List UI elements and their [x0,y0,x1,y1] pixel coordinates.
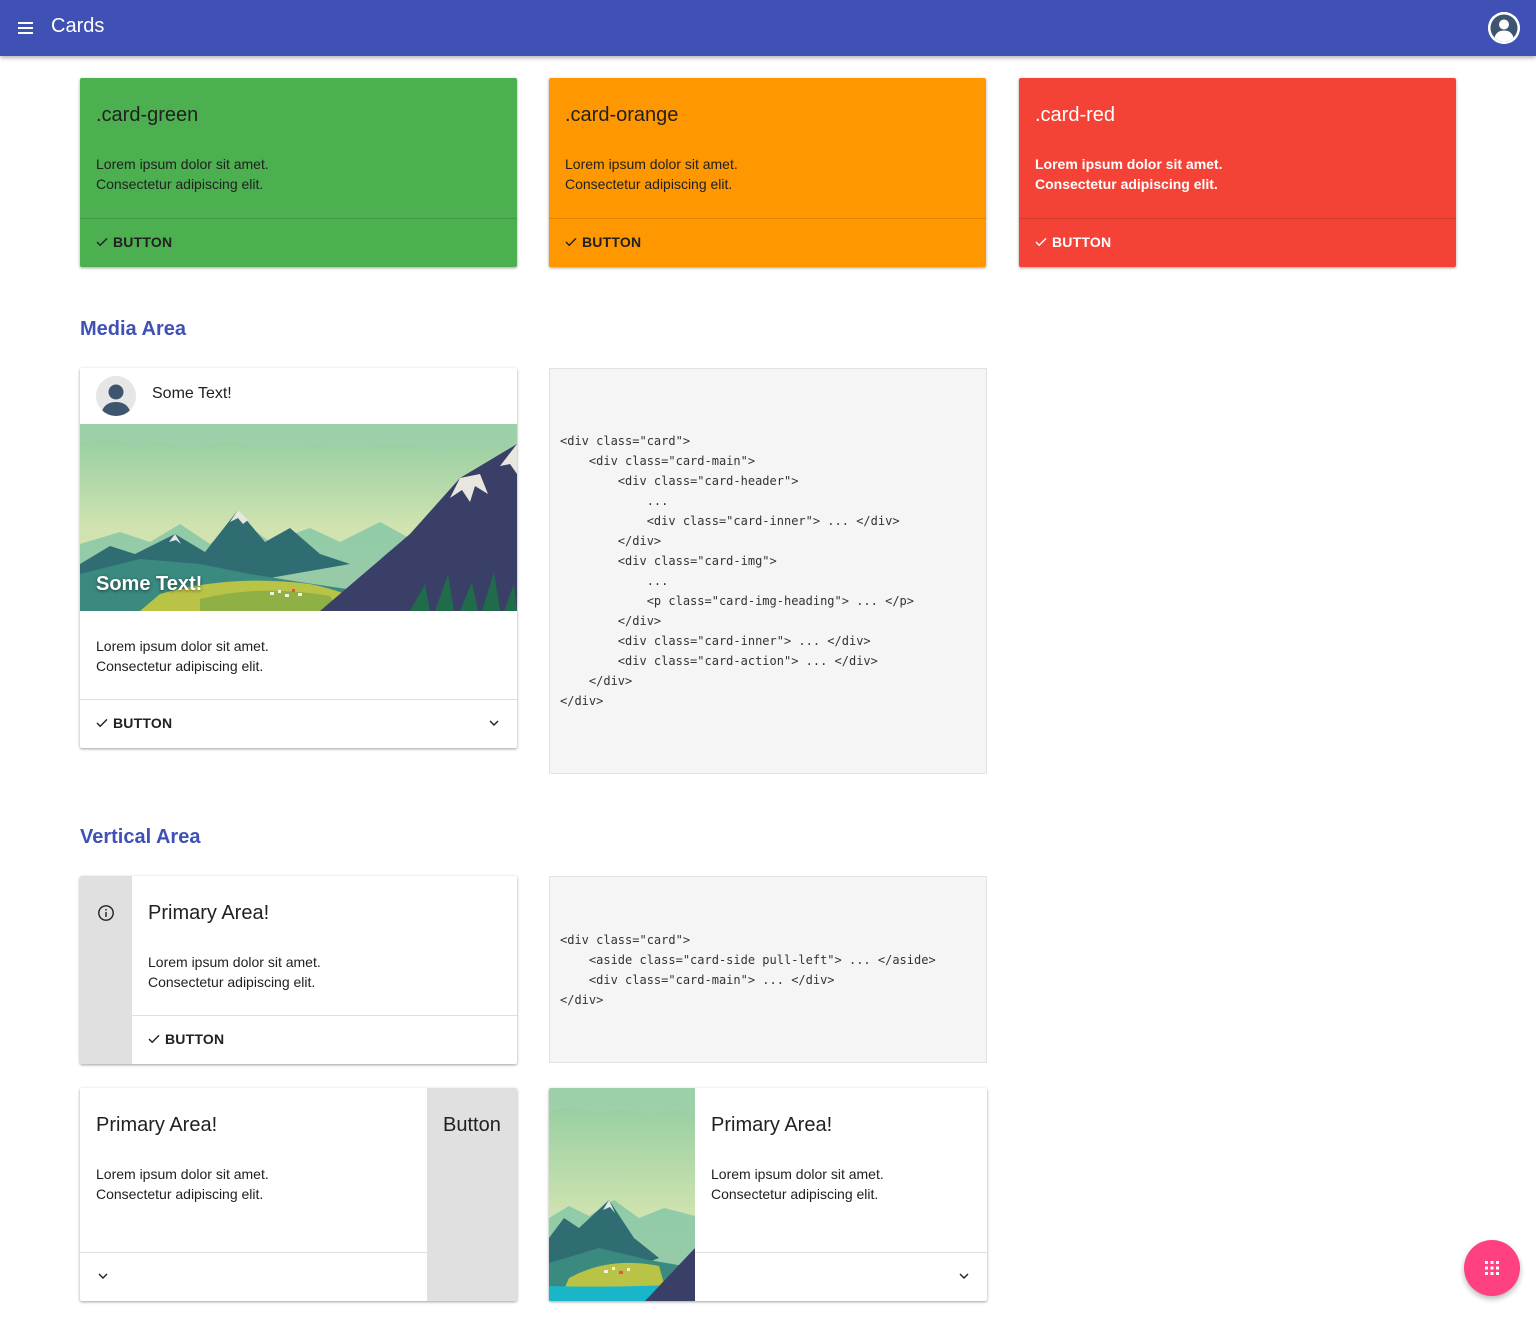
card-text: Lorem ipsum dolor sit amet. Consectetur … [96,636,269,676]
app-bar: Cards [0,0,1536,56]
card-text-line: Lorem ipsum dolor sit amet. [711,1166,884,1182]
card-divider [80,699,517,700]
chevron-down-icon[interactable] [954,1266,974,1286]
card-text-line: Lorem ipsum dolor sit amet. [96,638,269,654]
media-card: Some Text! Some Text! Lorem ipsum dolor … [80,368,517,748]
card-action-button[interactable]: BUTTON [1035,234,1111,250]
card-title: Primary Area! [96,1114,218,1136]
button-label: BUTTON [1052,234,1112,250]
card-text-line: Consectetur adipiscing elit. [96,176,264,192]
card-divider [80,1252,427,1253]
card-text-line: Consectetur adipiscing elit. [1035,176,1218,192]
page-title: Cards [51,15,105,37]
floating-action-button[interactable] [1464,1240,1520,1296]
side-button-label: Button [443,1114,501,1136]
card-orange: .card-orange Lorem ipsum dolor sit amet.… [549,78,986,267]
menu-icon[interactable] [14,16,38,40]
card-green: .card-green Lorem ipsum dolor sit amet. … [80,78,517,267]
card-title: .card-green [96,104,199,126]
card-text: Lorem ipsum dolor sit amet. Consectetur … [96,154,269,194]
card-title: Primary Area! [711,1114,833,1136]
card-divider [1019,218,1456,219]
card-side-button[interactable]: Button [427,1088,517,1301]
code-text: <div class="card"> <aside class="card-si… [560,933,936,1007]
card-text-line: Consectetur adipiscing elit. [148,974,316,990]
info-icon[interactable] [97,904,115,922]
card-divider [549,218,986,219]
card-title: Primary Area! [148,902,270,924]
avatar [96,376,136,416]
card-text-line: Consectetur adipiscing elit. [96,1186,264,1202]
card-text: Lorem ipsum dolor sit amet. Consectetur … [711,1164,884,1204]
card-action-button[interactable]: BUTTON [96,715,172,731]
mountain-landscape-image [549,1088,695,1301]
card-action-button[interactable]: BUTTON [96,234,172,250]
card-text: Lorem ipsum dolor sit amet. Consectetur … [96,1164,269,1204]
code-text: <div class="card"> <div class="card-main… [560,434,915,708]
button-label: BUTTON [165,1031,225,1047]
check-icon [96,237,108,247]
card-text: Lorem ipsum dolor sit amet. Consectetur … [148,952,321,992]
vertical-side-card: Primary Area! Lorem ipsum dolor sit amet… [80,876,517,1064]
check-icon [565,237,577,247]
card-divider [80,218,517,219]
account-circle-icon[interactable] [1488,12,1520,44]
card-text-line: Lorem ipsum dolor sit amet. [565,156,738,172]
card-text-line: Consectetur adipiscing elit. [711,1186,879,1202]
card-text-line: Lorem ipsum dolor sit amet. [1035,156,1223,172]
button-label: BUTTON [113,715,173,731]
card-text-line: Lorem ipsum dolor sit amet. [148,954,321,970]
card-action-button[interactable]: BUTTON [565,234,641,250]
check-icon [96,718,108,728]
card-title: .card-red [1035,104,1116,126]
card-action-button[interactable]: BUTTON [148,1031,224,1047]
card-text: Lorem ipsum dolor sit amet. Consectetur … [1035,154,1222,194]
section-heading-vertical-area: Vertical Area [80,826,201,848]
card-text-line: Consectetur adipiscing elit. [565,176,733,192]
check-icon [1035,237,1047,247]
chevron-down-icon[interactable] [93,1266,113,1286]
vertical-right-side-card: Primary Area! Lorem ipsum dolor sit amet… [80,1088,517,1301]
card-text-line: Consectetur adipiscing elit. [96,658,264,674]
apps-icon [1485,1261,1499,1275]
card-text-line: Lorem ipsum dolor sit amet. [96,1166,269,1182]
card-img-heading: Some Text! [96,573,203,595]
card-text-line: Lorem ipsum dolor sit amet. [96,156,269,172]
check-icon [148,1034,160,1044]
button-label: BUTTON [582,234,642,250]
card-divider [132,1015,517,1016]
code-snippet-vertical: <div class="card"> <aside class="card-si… [549,876,987,1063]
code-snippet-media: <div class="card"> <div class="card-main… [549,368,987,774]
card-header-text: Some Text! [152,385,232,402]
vertical-image-side-card: Primary Area! Lorem ipsum dolor sit amet… [549,1088,987,1301]
card-red: .card-red Lorem ipsum dolor sit amet. Co… [1019,78,1456,267]
section-heading-media-area: Media Area [80,318,186,340]
card-divider [695,1252,987,1253]
card-title: .card-orange [565,104,679,126]
button-label: BUTTON [113,234,173,250]
chevron-down-icon[interactable] [484,713,504,733]
card-text: Lorem ipsum dolor sit amet. Consectetur … [565,154,738,194]
